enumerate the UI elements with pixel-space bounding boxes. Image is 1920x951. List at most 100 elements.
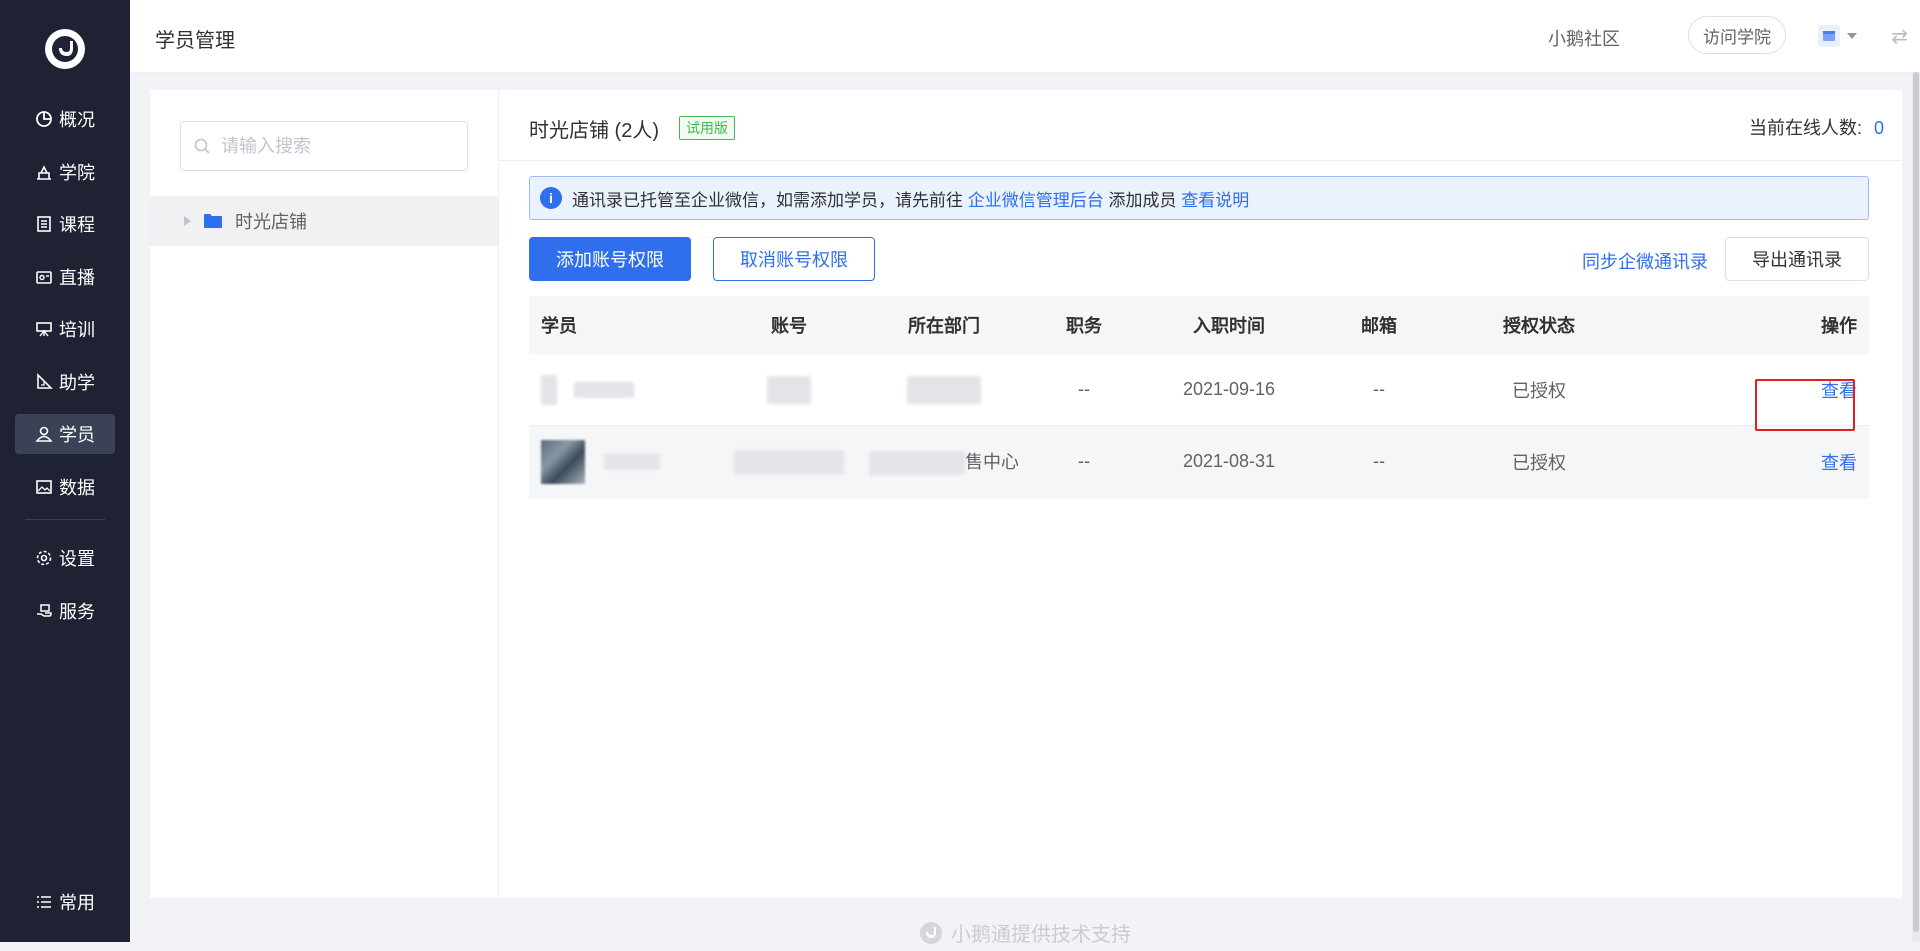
document-icon bbox=[37, 216, 51, 232]
ruler-icon bbox=[37, 372, 53, 389]
column-header: 操作 bbox=[1821, 316, 1857, 336]
student-cell bbox=[529, 374, 719, 405]
title-cell: -- bbox=[1078, 451, 1090, 471]
sidebar: 概况 学院 课程 直播 培训 助学 学员 数据 设置 服务 常用 bbox=[0, 0, 130, 942]
tree-node-store[interactable]: 时光店铺 bbox=[150, 196, 498, 246]
sidebar-item-label: 学员 bbox=[59, 425, 95, 445]
sidebar-item-service[interactable]: 服务 bbox=[15, 591, 115, 631]
title-cell: -- bbox=[1078, 379, 1090, 399]
sidebar-item-live[interactable]: 直播 bbox=[15, 257, 115, 297]
department-redacted bbox=[907, 375, 981, 404]
online-count: 当前在线人数: 0 bbox=[1749, 114, 1884, 140]
sidebar-item-label: 概况 bbox=[59, 110, 95, 130]
image-chart-icon bbox=[36, 479, 52, 494]
department-cell bbox=[859, 375, 1029, 404]
account-cell bbox=[719, 375, 859, 404]
brand-icon bbox=[920, 921, 942, 944]
sidebar-item-training[interactable]: 培训 bbox=[15, 309, 115, 349]
scrollbar-thumb[interactable] bbox=[1913, 72, 1919, 932]
sync-wecom-contacts-link[interactable]: 同步企微通讯录 bbox=[1582, 248, 1708, 274]
academy-icon bbox=[37, 164, 51, 180]
name-redacted bbox=[574, 381, 635, 398]
department-cell: 售中心 bbox=[859, 448, 1029, 476]
wecom-admin-link[interactable]: 企业微信管理后台 bbox=[968, 191, 1104, 210]
folder-icon bbox=[204, 214, 222, 228]
sidebar-item-data[interactable]: 数据 bbox=[15, 467, 115, 507]
sidebar-item-settings[interactable]: 设置 bbox=[15, 538, 115, 578]
column-header: 授权状态 bbox=[1503, 316, 1575, 336]
view-instructions-link[interactable]: 查看说明 bbox=[1181, 191, 1249, 210]
sidebar-item-label: 课程 bbox=[59, 215, 95, 235]
swap-icon[interactable]: ⇄ bbox=[1891, 24, 1908, 49]
sidebar-item-course[interactable]: 课程 bbox=[15, 204, 115, 244]
sidebar-item-overview[interactable]: 概况 bbox=[15, 99, 115, 139]
live-icon bbox=[36, 270, 52, 284]
caret-down-icon bbox=[1847, 33, 1857, 39]
column-header: 邮箱 bbox=[1361, 316, 1397, 336]
logo-icon bbox=[52, 36, 78, 62]
service-icon bbox=[37, 603, 52, 617]
sidebar-divider bbox=[25, 519, 105, 520]
student-cell bbox=[529, 439, 719, 484]
store-icon bbox=[1818, 25, 1840, 47]
sidebar-item-students[interactable]: 学员 bbox=[15, 414, 115, 454]
join-date-cell: 2021-09-16 bbox=[1182, 379, 1276, 399]
export-contacts-button[interactable]: 导出通讯录 bbox=[1725, 237, 1869, 281]
department-redacted bbox=[869, 451, 965, 476]
tree-node-label: 时光店铺 bbox=[235, 212, 307, 232]
content-panel: 时光店铺 时光店铺 (2人) 试用版 当前在线人数: 0 i 通讯录已托管至企业微… bbox=[150, 90, 1902, 898]
page-title: 学员管理 bbox=[155, 30, 235, 52]
email-cell: -- bbox=[1373, 379, 1385, 399]
account-redacted bbox=[767, 375, 811, 404]
avatar-redacted bbox=[541, 374, 557, 405]
member-table: 学员 账号 所在部门 职务 入职时间 邮箱 授权状态 操作 -- 2021-09… bbox=[529, 296, 1869, 498]
app-logo[interactable] bbox=[45, 29, 85, 69]
info-notice: i 通讯录已托管至企业微信，如需添加学员，请先前往 企业微信管理后台 添加成员 … bbox=[529, 176, 1869, 220]
add-account-permission-button[interactable]: 添加账号权限 bbox=[529, 237, 691, 281]
column-header: 职务 bbox=[1066, 316, 1102, 336]
sidebar-item-academy[interactable]: 学院 bbox=[15, 152, 115, 192]
sidebar-item-label: 数据 bbox=[59, 477, 95, 498]
sidebar-nav: 概况 学院 课程 直播 培训 助学 学员 数据 设置 服务 bbox=[15, 99, 115, 643]
caret-right-icon[interactable] bbox=[184, 216, 191, 226]
sidebar-item-label: 学院 bbox=[59, 162, 95, 183]
top-bar: 学员管理 小鹅社区 访问学院 ⇄ bbox=[130, 0, 1920, 73]
table-row: 售中心 -- 2021-08-31 -- 已授权 查看 bbox=[529, 426, 1869, 498]
cancel-account-permission-button[interactable]: 取消账号权限 bbox=[713, 237, 875, 281]
name-redacted bbox=[604, 453, 661, 470]
department-suffix: 售中心 bbox=[965, 451, 1019, 472]
account-cell bbox=[719, 449, 859, 474]
action-cell: 查看 bbox=[1639, 377, 1869, 431]
org-tree-panel: 时光店铺 bbox=[150, 90, 499, 898]
online-number: 0 bbox=[1873, 118, 1884, 138]
community-link[interactable]: 小鹅社区 bbox=[1548, 25, 1620, 51]
column-header: 入职时间 bbox=[1193, 316, 1265, 336]
footer-text: 小鹅通提供技术支持 bbox=[951, 924, 1131, 946]
action-cell: 查看 bbox=[1639, 449, 1869, 475]
user-icon bbox=[35, 426, 53, 442]
sidebar-item-label: 服务 bbox=[59, 601, 95, 622]
pie-chart-icon bbox=[36, 111, 52, 127]
visit-academy-button[interactable]: 访问学院 bbox=[1688, 16, 1786, 54]
column-header: 学员 bbox=[541, 316, 577, 336]
sidebar-item-label: 培训 bbox=[59, 320, 95, 340]
sidebar-item-assist[interactable]: 助学 bbox=[15, 362, 115, 402]
trial-badge: 试用版 bbox=[679, 116, 735, 140]
view-button[interactable]: 查看 bbox=[1821, 453, 1857, 473]
search-input[interactable] bbox=[219, 134, 453, 158]
scrollbar[interactable] bbox=[1912, 72, 1920, 942]
sidebar-item-favorites[interactable]: 常用 bbox=[15, 882, 115, 922]
training-icon bbox=[36, 322, 52, 337]
email-cell: -- bbox=[1373, 451, 1385, 471]
member-list-area: 时光店铺 (2人) 试用版 当前在线人数: 0 i 通讯录已托管至企业微信，如需添… bbox=[499, 90, 1902, 898]
sidebar-item-label: 直播 bbox=[59, 267, 95, 288]
search-icon bbox=[194, 138, 210, 154]
sidebar-item-label: 助学 bbox=[59, 372, 95, 393]
table-row: -- 2021-09-16 -- 已授权 查看 bbox=[529, 354, 1869, 431]
online-label: 当前在线人数: bbox=[1748, 118, 1862, 138]
column-header: 账号 bbox=[771, 316, 807, 336]
list-header: 时光店铺 (2人) 试用版 当前在线人数: 0 bbox=[499, 90, 1902, 161]
store-switcher[interactable] bbox=[1818, 25, 1858, 47]
account-redacted bbox=[734, 449, 844, 474]
sidebar-item-label: 设置 bbox=[59, 549, 95, 569]
